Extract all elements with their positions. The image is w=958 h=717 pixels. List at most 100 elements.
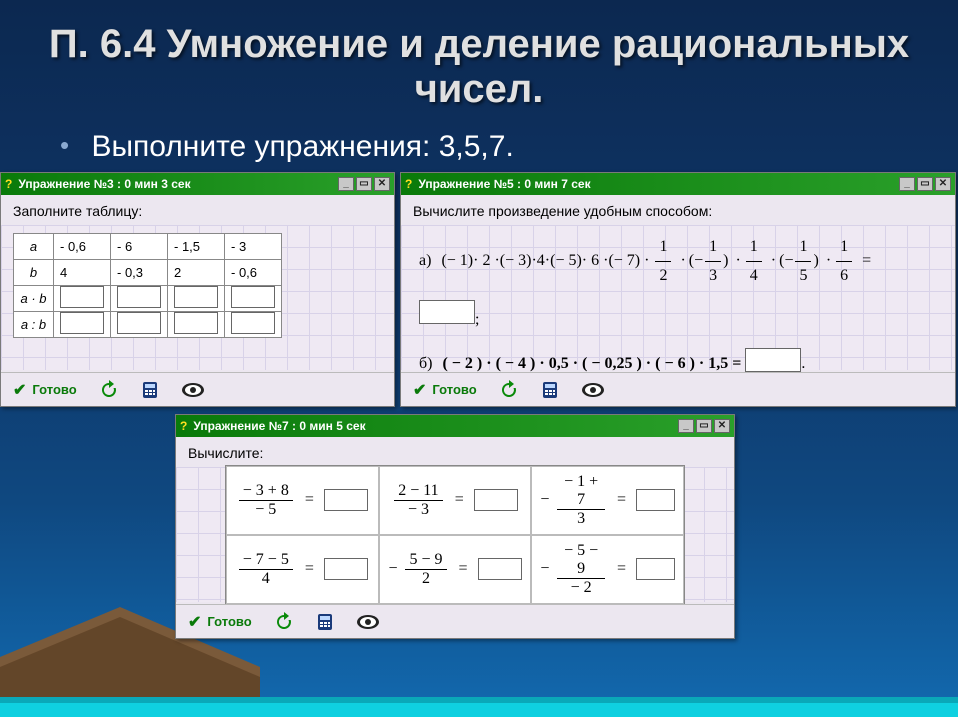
calculator-button[interactable] — [316, 613, 334, 631]
refresh-icon — [274, 612, 294, 632]
minus-prefix: − — [388, 560, 397, 578]
close-button[interactable]: ✕ — [374, 177, 390, 191]
fraction: − 3 + 8− 5 — [239, 482, 293, 519]
row-header-adivb: a : b — [14, 312, 54, 338]
numerator: − 7 − 5 — [239, 551, 293, 570]
bottom-toolbar-ex5: ✔Готово — [401, 372, 955, 406]
answer-input[interactable] — [636, 489, 675, 511]
refresh-button[interactable] — [499, 380, 519, 400]
answer-input-a[interactable] — [419, 300, 475, 324]
cell-b-2: 2 — [168, 260, 225, 286]
answer-input[interactable] — [231, 312, 275, 334]
check-icon: ✔ — [413, 380, 426, 400]
title-ex7: Упражнение №7 : 0 мин 5 сек — [193, 415, 678, 437]
window-exercise-5: ? Упражнение №5 : 0 мин 7 сек _ ▭ ✕ Вычи… — [400, 172, 956, 407]
cell-a-3: - 3 — [225, 234, 282, 260]
equals-sign: = — [617, 491, 626, 509]
fraction-grid: − 3 + 8− 5=2 − 11− 3=−− 1 + 73=− 7 − 54=… — [225, 465, 685, 605]
maximize-button[interactable]: ▭ — [917, 177, 933, 191]
minus-prefix: − — [540, 560, 549, 578]
close-button[interactable]: ✕ — [714, 419, 730, 433]
refresh-icon — [499, 380, 519, 400]
calculator-icon — [141, 381, 159, 399]
expression-a: а) (− 1)· 2 ·(− 3)·4·(− 5)· 6 ·(− 7) · 1… — [413, 229, 943, 300]
answer-input[interactable] — [60, 312, 104, 334]
row-header-a: a — [14, 234, 54, 260]
ready-button[interactable]: ✔ Готово — [13, 380, 77, 400]
ready-label: Готово — [207, 614, 251, 629]
refresh-icon — [99, 380, 119, 400]
answer-input[interactable] — [174, 312, 218, 334]
answer-input[interactable] — [117, 312, 161, 334]
refresh-button[interactable] — [274, 612, 294, 632]
numerator: 2 − 11 — [394, 482, 442, 501]
ready-button[interactable]: ✔ Готово — [188, 612, 252, 632]
answer-input[interactable] — [478, 558, 522, 580]
bottom-toolbar-ex3: ✔ Готово — [1, 372, 394, 406]
answer-input[interactable] — [231, 286, 275, 308]
help-icon: ? — [180, 415, 187, 437]
equals-sign: = — [305, 491, 314, 509]
denominator: 3 — [557, 510, 605, 528]
maximize-button[interactable]: ▭ — [696, 419, 712, 433]
minimize-button[interactable]: _ — [899, 177, 915, 191]
expr-a-lead: (− 1)· 2 ·(− 3)·4·(− 5)· 6 ·(− 7) · — [441, 252, 649, 269]
numerator: 5 − 9 — [405, 551, 446, 570]
equals-sign: = — [617, 560, 626, 578]
check-icon: ✔ — [13, 380, 26, 400]
minimize-button[interactable]: _ — [338, 177, 354, 191]
refresh-button[interactable] — [99, 380, 119, 400]
numerator: − 5 − 9 — [557, 542, 605, 579]
maximize-button[interactable]: ▭ — [356, 177, 372, 191]
cell-a-1: - 6 — [111, 234, 168, 260]
fraction: − 5 − 9− 2 — [557, 542, 605, 597]
fraction: − 7 − 54 — [239, 551, 293, 588]
fraction-cell: − 7 − 54= — [226, 535, 379, 604]
answer-input[interactable] — [324, 489, 368, 511]
eye-icon — [181, 382, 205, 398]
answer-input[interactable] — [636, 558, 675, 580]
numerator: − 3 + 8 — [239, 482, 293, 501]
fraction-cell: −− 5 − 9− 2 = — [531, 535, 684, 604]
calculator-icon — [316, 613, 334, 631]
minimize-button[interactable]: _ — [678, 419, 694, 433]
eye-icon — [356, 614, 380, 630]
ready-button[interactable]: ✔Готово — [413, 380, 477, 400]
fraction: 2 − 11− 3 — [394, 482, 442, 519]
answer-input-b[interactable] — [745, 348, 801, 372]
answer-input[interactable] — [474, 489, 518, 511]
denominator: − 2 — [557, 579, 605, 597]
answer-input[interactable] — [60, 286, 104, 308]
label-b: б) — [419, 355, 432, 372]
titlebar-ex5[interactable]: ? Упражнение №5 : 0 мин 7 сек _ ▭ ✕ — [401, 173, 955, 195]
check-icon: ✔ — [188, 612, 201, 632]
answer-input[interactable] — [324, 558, 368, 580]
fraction-cell: 2 − 11− 3= — [379, 466, 532, 535]
prompt-ex7: Вычислите: — [176, 437, 734, 467]
title-ex5: Упражнение №5 : 0 мин 7 сек — [418, 173, 899, 195]
subtitle-text: Выполните упражнения: 3,5,7. — [91, 130, 513, 163]
fraction: − 1 + 73 — [557, 473, 605, 528]
cell-b-1: - 0,3 — [111, 260, 168, 286]
close-button[interactable]: ✕ — [935, 177, 951, 191]
calculator-button[interactable] — [541, 381, 559, 399]
denominator: − 5 — [239, 501, 293, 519]
numerator: − 1 + 7 — [557, 473, 605, 510]
minus-prefix: − — [540, 491, 549, 509]
titlebar-ex7[interactable]: ? Упражнение №7 : 0 мин 5 сек _ ▭ ✕ — [176, 415, 734, 437]
view-button[interactable] — [581, 382, 605, 398]
calculator-button[interactable] — [141, 381, 159, 399]
titlebar-ex3[interactable]: ? Упражнение №3 : 0 мин 3 сек _ ▭ ✕ — [1, 173, 394, 195]
row-header-b: b — [14, 260, 54, 286]
answer-input[interactable] — [174, 286, 218, 308]
prompt-ex3: Заполните таблицу: — [1, 195, 394, 225]
help-icon: ? — [5, 173, 12, 195]
fraction-cell: −− 1 + 73 = — [531, 466, 684, 535]
window-exercise-7: ? Упражнение №7 : 0 мин 5 сек _ ▭ ✕ Вычи… — [175, 414, 735, 639]
eye-icon — [581, 382, 605, 398]
answer-input[interactable] — [117, 286, 161, 308]
view-button[interactable] — [356, 614, 380, 630]
row-header-ab: a · b — [14, 286, 54, 312]
view-button[interactable] — [181, 382, 205, 398]
title-ex3: Упражнение №3 : 0 мин 3 сек — [18, 173, 338, 195]
